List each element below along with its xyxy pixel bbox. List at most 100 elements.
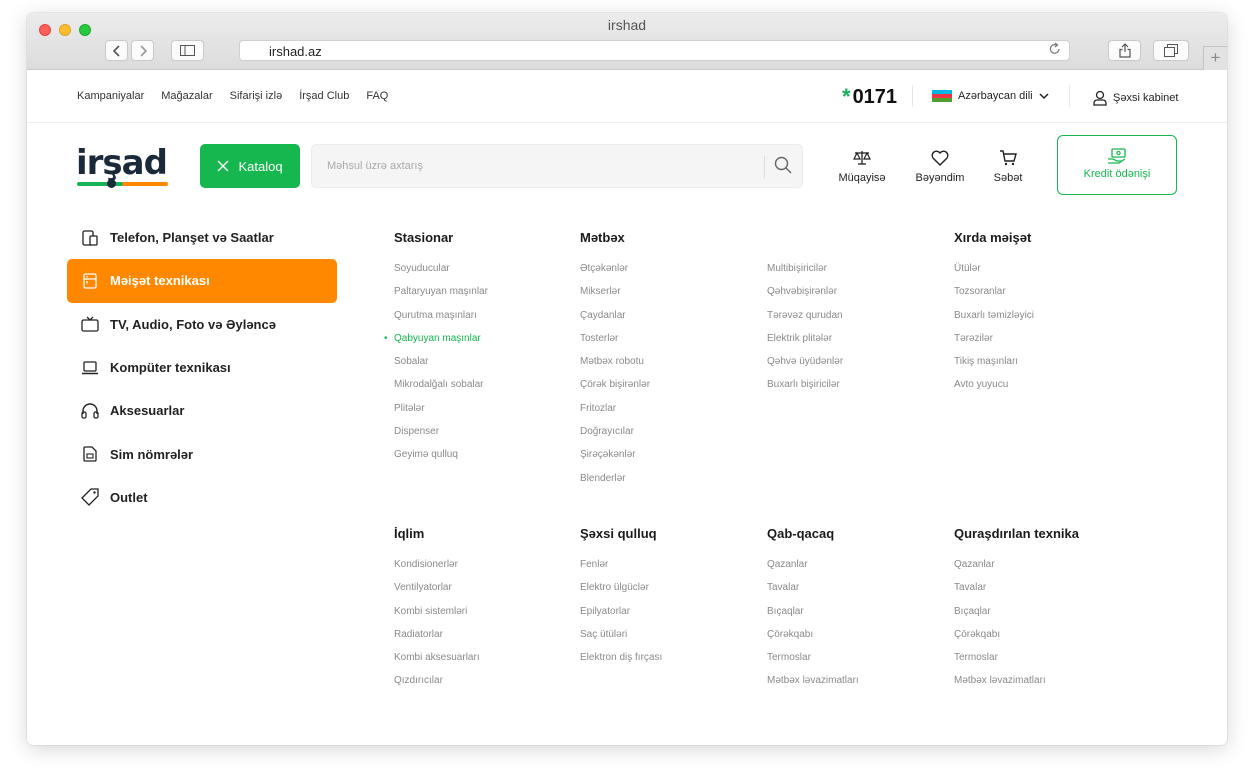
menu-link[interactable]: Çörək bişirənlər [580,379,760,402]
column-title[interactable]: Mətbəx [580,230,760,248]
nav-link-magazalar[interactable]: Mağazalar [161,90,212,102]
menu-link[interactable]: Çörəkqabı [767,629,947,652]
sidebar-item-telefon[interactable]: Telefon, Planşet və Saatlar [67,216,337,259]
menu-link[interactable]: Paltaryuyan maşınlar [394,286,574,309]
menu-link[interactable]: Qurutma maşınları [394,310,574,333]
menu-link[interactable]: Elektro ülgüclər [580,582,760,605]
menu-link[interactable]: Doğrayıcılar [580,426,760,449]
column-title[interactable]: Şəxsi qulluq [580,526,760,544]
sidebar-toggle-button[interactable] [171,40,204,61]
reload-icon[interactable] [1049,42,1061,59]
menu-link[interactable]: Qazanlar [767,559,947,582]
menu-link[interactable]: Elektrik plitələr [767,333,947,356]
menu-link[interactable]: Elektron diş fırçası [580,652,760,675]
menu-link[interactable]: Mətbəx ləvazimatları [767,675,947,698]
column-title[interactable]: Quraşdırılan texnika [954,526,1134,544]
menu-link[interactable]: Tikiş maşınları [954,356,1134,379]
top-navigation: Kampaniyalar Mağazalar Sifarişi izlə İrş… [27,70,1227,123]
cart-button[interactable]: Səbət [987,148,1029,184]
nav-link-irsad-club[interactable]: İrşad Club [299,90,349,102]
sidebar-item-tv-audio[interactable]: TV, Audio, Foto və Əyləncə [67,303,337,346]
menu-link[interactable]: Radiatorlar [394,629,574,652]
menu-link[interactable]: Sobalar [394,356,574,379]
address-bar[interactable]: irshad.az [239,40,1070,61]
menu-link[interactable]: Mətbəx robotu [580,356,760,379]
menu-link[interactable]: Fritozlar [580,403,760,426]
menu-link[interactable]: Tavalar [767,582,947,605]
menu-link[interactable]: Bıçaqlar [767,606,947,629]
sidebar-item-label: Outlet [110,489,148,505]
menu-column-qab-qacaq: Qab-qacaq Qazanlar Tavalar Bıçaqlar Çörə… [767,526,947,699]
menu-link[interactable]: Mətbəx ləvazimatları [954,675,1134,698]
catalog-button[interactable]: Kataloq [200,144,300,188]
tabs-overview-button[interactable] [1153,40,1189,61]
divider [1069,85,1070,107]
menu-link[interactable]: Çörəkqabı [954,629,1134,652]
new-tab-button[interactable]: + [1203,46,1227,70]
search-icon[interactable] [774,156,792,174]
column-title[interactable]: Qab-qacaq [767,526,947,544]
menu-link[interactable]: Tərəvəz qurudan [767,310,947,333]
credit-payment-button[interactable]: Kredit ödənişi [1057,135,1177,195]
column-title[interactable]: Xırda məişət [954,230,1134,248]
sidebar-item-sim-nomreler[interactable]: Sim nömrələr [67,432,337,475]
menu-link[interactable]: Kombi sistemləri [394,606,574,629]
column-title[interactable]: İqlim [394,526,574,544]
menu-link[interactable]: Tavalar [954,582,1134,605]
column-list: Kondisionerlər Ventilyatorlar Kombi sist… [394,559,574,699]
menu-link[interactable]: Plitələr [394,403,574,426]
menu-link[interactable]: Avto yuyucu [954,379,1134,402]
menu-link[interactable]: Buxarlı bişiricilər [767,379,947,402]
nav-link-kampaniyalar[interactable]: Kampaniyalar [77,90,144,102]
sidebar-item-aksesuarlar[interactable]: Aksesuarlar [67,389,337,432]
hotline-number[interactable]: * 0171 [842,84,897,110]
menu-link[interactable]: Multibişiricilər [767,263,947,286]
menu-link[interactable]: Dispenser [394,426,574,449]
compare-button[interactable]: Müqayisə [832,148,892,184]
menu-link[interactable]: Termoslar [954,652,1134,675]
menu-link[interactable]: Tosterlər [580,333,760,356]
menu-link[interactable]: Çaydanlar [580,310,760,333]
search-input[interactable]: Məhsul üzrə axtarış [311,144,803,188]
personal-cabinet-link[interactable]: Şəxsi kabinet [1093,90,1178,106]
menu-link[interactable]: Fenlər [580,559,760,582]
menu-link[interactable]: Qəhvə üyüdənlər [767,356,947,379]
menu-link[interactable]: Soyuducular [394,263,574,286]
menu-link[interactable]: Mikrodalğalı sobalar [394,379,574,402]
menu-link[interactable]: Şirəçəkənlər [580,449,760,472]
irsad-logo[interactable]: irşad [76,145,168,188]
share-button[interactable] [1108,40,1141,61]
back-button[interactable] [105,40,128,61]
menu-link[interactable]: Kombi aksesuarları [394,652,574,675]
sidebar-item-outlet[interactable]: Outlet [67,476,337,519]
menu-link[interactable]: Tərəzilər [954,333,1134,356]
column-title[interactable]: Stasionar [394,230,574,248]
menu-link[interactable]: Tozsoranlar [954,286,1134,309]
menu-link[interactable]: Mikserlər [580,286,760,309]
nav-link-faq[interactable]: FAQ [366,90,388,102]
menu-link[interactable]: Qəhvəbişirənlər [767,286,947,309]
sidebar-item-meiset-texnikasi[interactable]: Məişət texnikası [67,259,337,303]
menu-link[interactable]: Epilyatorlar [580,606,760,629]
language-selector[interactable]: Azərbaycan dili [932,90,1049,102]
menu-link[interactable]: Kondisionerlər [394,559,574,582]
menu-link[interactable]: Bıçaqlar [954,606,1134,629]
top-links: Kampaniyalar Mağazalar Sifarişi izlə İrş… [77,90,388,102]
menu-link[interactable]: Qazanlar [954,559,1134,582]
divider [912,85,913,107]
forward-button[interactable] [131,40,154,61]
menu-link[interactable]: Saç ütüləri [580,629,760,652]
search-divider [764,156,765,178]
menu-link[interactable]: Buxarlı təmizləyici [954,310,1134,333]
nav-link-sifarisi-izle[interactable]: Sifarişi izlə [230,90,283,102]
sidebar-item-komputer[interactable]: Kompüter texnikası [67,346,337,389]
menu-link[interactable]: Ventilyatorlar [394,582,574,605]
menu-link-selected[interactable]: Qabyuyan maşınlar [394,333,574,356]
favorites-button[interactable]: Bəyəndim [909,148,971,184]
menu-link[interactable]: Termoslar [767,652,947,675]
menu-link[interactable]: Qızdırıcılar [394,675,574,698]
menu-link[interactable]: Ütülər [954,263,1134,286]
menu-link[interactable]: Blenderlər [580,473,760,496]
menu-link[interactable]: Ətçəkənlər [580,263,760,286]
menu-link[interactable]: Geyimə qulluq [394,449,574,472]
